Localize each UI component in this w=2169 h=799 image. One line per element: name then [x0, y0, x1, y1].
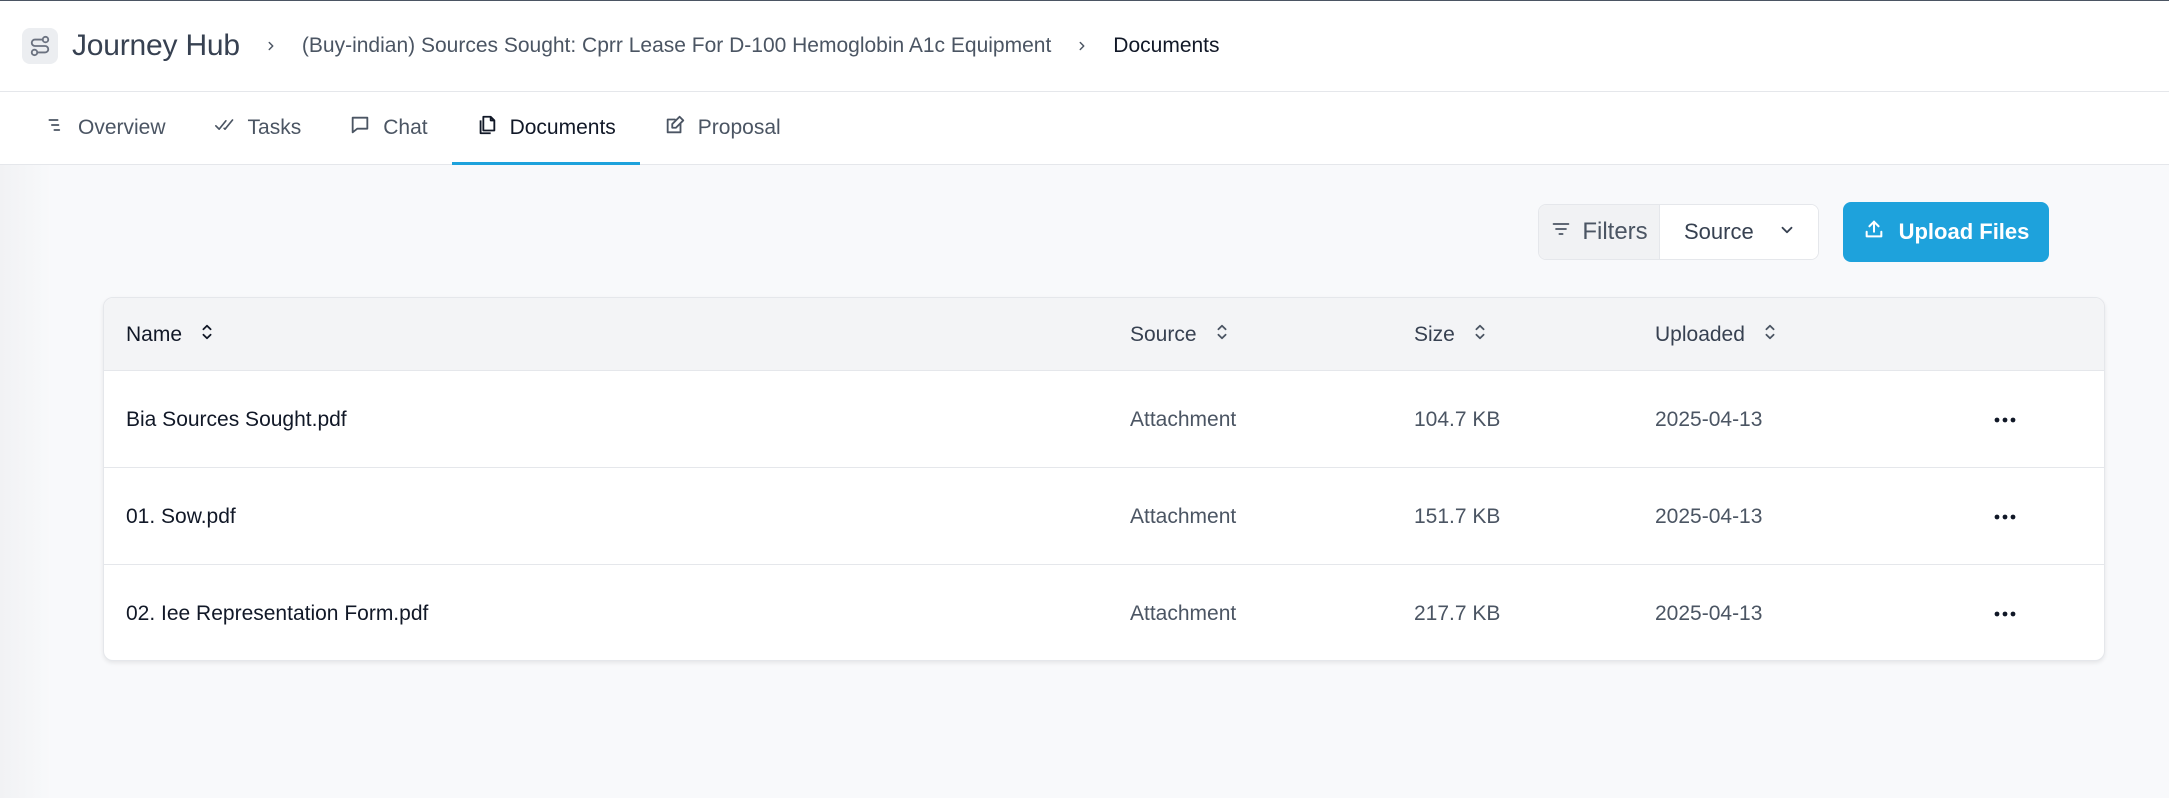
documents-icon: [476, 114, 498, 142]
column-header-name[interactable]: Name: [126, 298, 214, 371]
row-actions: [1990, 468, 2020, 565]
file-source: Attachment: [1130, 601, 1237, 625]
tab-chat[interactable]: Chat: [325, 92, 451, 164]
edit-document-icon: [664, 114, 686, 142]
column-header-uploaded[interactable]: Uploaded: [1655, 298, 1777, 371]
chevron-right-icon: [1073, 37, 1091, 55]
file-name[interactable]: Bia Sources Sought.pdf: [126, 371, 347, 468]
file-name[interactable]: 02. Iee Representation Form.pdf: [126, 565, 428, 660]
left-shade: [0, 165, 52, 798]
file-size: 104.7 KB: [1414, 407, 1501, 431]
tab-proposal-label: Proposal: [697, 116, 781, 139]
more-horizontal-icon[interactable]: [1990, 405, 2020, 435]
tab-documents-label: Documents: [509, 116, 616, 139]
table-row[interactable]: 02. Iee Representation Form.pdf Attachme…: [104, 565, 2104, 660]
tab-tasks-label: Tasks: [247, 116, 302, 139]
file-source: Attachment: [1130, 407, 1237, 431]
filters-label: Filters: [1582, 218, 1648, 245]
sort-icon[interactable]: [1473, 323, 1487, 347]
column-header-size-label: Size: [1414, 322, 1455, 346]
source-select-value: Source: [1684, 219, 1754, 244]
breadcrumb-opportunity[interactable]: (Buy-indian) Sources Sought: Cprr Lease …: [302, 34, 1051, 58]
list-icon: [46, 115, 66, 141]
route-icon[interactable]: [22, 28, 58, 64]
chat-bubble-icon: [349, 114, 371, 142]
row-actions: [1990, 371, 2020, 468]
column-header-uploaded-label: Uploaded: [1655, 322, 1745, 346]
column-header-source[interactable]: Source: [1130, 298, 1229, 371]
documents-panel: Filters Source Upload Files Name Source …: [0, 165, 2169, 798]
table-row[interactable]: Bia Sources Sought.pdf Attachment 104.7 …: [104, 371, 2104, 468]
column-header-name-label: Name: [126, 322, 183, 346]
filter-icon: [1550, 218, 1572, 246]
file-size: 151.7 KB: [1414, 504, 1501, 528]
upload-files-label: Upload Files: [1898, 219, 2030, 244]
tab-bar: Overview Tasks Chat Documents Proposal: [0, 92, 2169, 165]
column-header-size[interactable]: Size: [1414, 298, 1487, 371]
tab-chat-label: Chat: [383, 116, 428, 139]
upload-files-button[interactable]: Upload Files: [1843, 202, 2049, 262]
table-header: Name Source Size Uploaded: [104, 298, 2104, 371]
filter-group: Filters Source: [1538, 204, 1819, 260]
file-name[interactable]: 01. Sow.pdf: [126, 468, 236, 565]
filters-button[interactable]: Filters: [1539, 205, 1660, 259]
more-horizontal-icon[interactable]: [1990, 502, 2020, 532]
tab-tasks[interactable]: Tasks: [190, 92, 326, 164]
more-horizontal-icon[interactable]: [1990, 599, 2020, 629]
documents-table: Name Source Size Uploaded Bia Sources So…: [103, 297, 2105, 661]
breadcrumb-documents: Documents: [1113, 34, 1220, 57]
file-source: Attachment: [1130, 504, 1237, 528]
documents-toolbar: Filters Source Upload Files: [1538, 202, 2049, 262]
file-uploaded-date: 2025-04-13: [1655, 601, 1763, 625]
sort-icon[interactable]: [1215, 323, 1229, 347]
file-uploaded-date: 2025-04-13: [1655, 504, 1763, 528]
app-header: Journey Hub (Buy-indian) Sources Sought:…: [0, 1, 2169, 92]
tab-documents[interactable]: Documents: [451, 92, 641, 165]
sort-icon[interactable]: [200, 323, 214, 347]
chevron-down-icon: [1778, 219, 1796, 245]
app-title[interactable]: Journey Hub: [72, 29, 240, 63]
chevron-right-icon: [262, 37, 280, 55]
upload-icon: [1863, 218, 1885, 246]
source-select[interactable]: Source: [1660, 205, 1818, 259]
sort-icon[interactable]: [1763, 323, 1777, 347]
column-header-source-label: Source: [1130, 322, 1197, 346]
file-size: 217.7 KB: [1414, 601, 1501, 625]
table-row[interactable]: 01. Sow.pdf Attachment 151.7 KB 2025-04-…: [104, 468, 2104, 565]
tab-overview[interactable]: Overview: [22, 92, 190, 164]
file-uploaded-date: 2025-04-13: [1655, 407, 1763, 431]
double-check-icon: [214, 115, 236, 141]
tab-overview-label: Overview: [78, 116, 166, 139]
row-actions: [1990, 565, 2020, 660]
tab-proposal[interactable]: Proposal: [640, 92, 805, 164]
